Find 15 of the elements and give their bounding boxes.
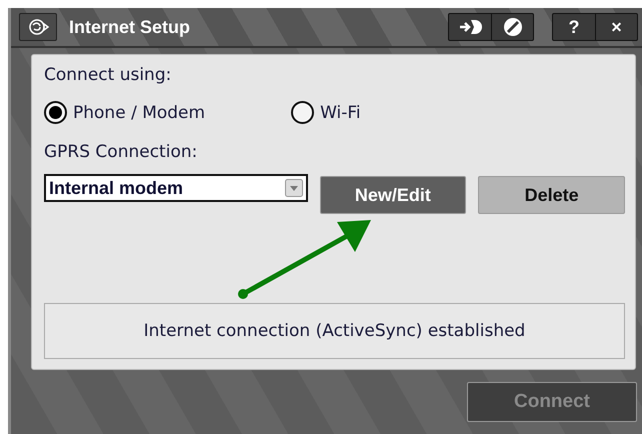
radio-button[interactable] — [291, 101, 314, 124]
radio-label[interactable]: Phone / Modem — [73, 102, 206, 122]
close-button[interactable]: × — [595, 14, 637, 40]
section-label: Connect using: — [44, 65, 172, 85]
window-title: Internet Setup — [69, 16, 192, 38]
status-text: Internet connection (ActiveSync) established — [144, 321, 526, 341]
action-button[interactable]: Delete — [478, 176, 626, 214]
help-button[interactable]: ? — [553, 14, 595, 40]
section-label: GPRS Connection: — [44, 142, 198, 162]
app-icon[interactable] — [19, 13, 57, 41]
radio-label[interactable]: Wi-Fi — [320, 102, 361, 122]
radio-button[interactable] — [44, 101, 67, 124]
dropdown-caret-icon — [284, 179, 303, 197]
connection-dropdown[interactable]: Internal modem — [44, 174, 308, 202]
action-button[interactable]: New/Edit — [320, 176, 466, 214]
